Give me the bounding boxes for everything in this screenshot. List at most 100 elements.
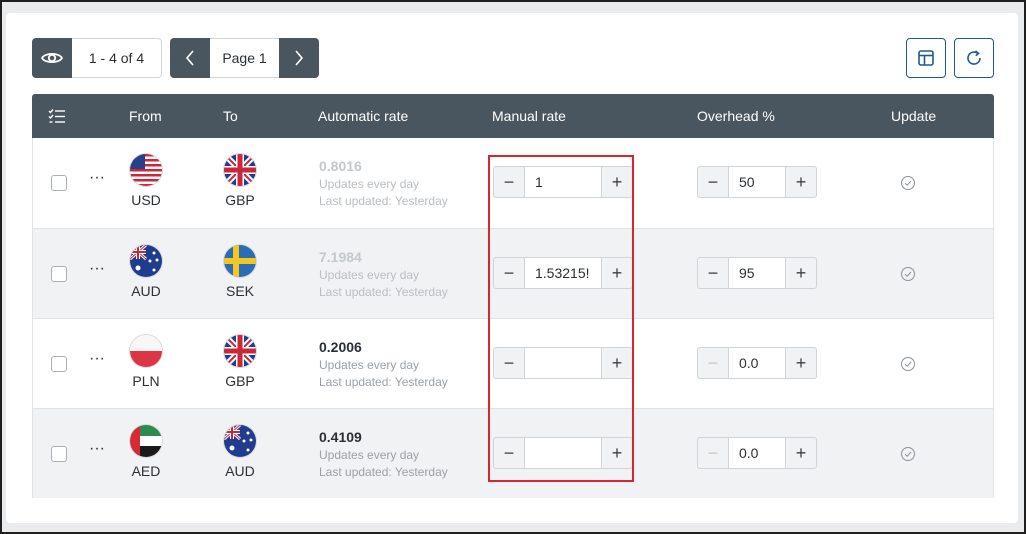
automatic-rate-cell: 0.4109 Updates every day Last updated: Y… xyxy=(319,429,448,481)
sweden-flag-icon xyxy=(224,245,256,277)
view-toggle-button[interactable] xyxy=(32,38,72,78)
update-frequency: Updates every day xyxy=(319,177,420,191)
table-row: ··· USD GBP 0.8016 Updates every day Las… xyxy=(33,138,993,228)
select-all-button[interactable] xyxy=(48,94,68,138)
page-indicator: Page 1 xyxy=(210,38,279,78)
to-currency: GBP xyxy=(220,335,260,389)
row-checkbox[interactable] xyxy=(51,266,67,282)
decrement-button[interactable]: − xyxy=(697,437,729,469)
automatic-rate-value: 0.2006 xyxy=(319,339,362,355)
update-frequency: Updates every day xyxy=(319,358,420,372)
decrement-button[interactable]: − xyxy=(697,166,729,198)
overhead-stepper: − + xyxy=(697,166,817,198)
from-currency: USD xyxy=(126,154,166,208)
from-currency: AUD xyxy=(126,245,166,299)
table-body: ··· USD GBP 0.8016 Updates every day Las… xyxy=(32,138,994,498)
increment-button[interactable]: + xyxy=(785,347,817,379)
manual-rate-stepper: − + xyxy=(493,347,633,379)
table-row: ··· PLN GBP 0.2006 Updates every day Las… xyxy=(33,318,993,408)
automatic-rate-value: 0.4109 xyxy=(319,429,362,445)
chevron-left-icon xyxy=(185,50,194,66)
decrement-button[interactable]: − xyxy=(493,166,525,198)
to-currency: SEK xyxy=(220,245,260,299)
manual-rate-input[interactable] xyxy=(525,437,601,469)
column-header-to[interactable]: To xyxy=(223,94,238,138)
row-actions-menu[interactable]: ··· xyxy=(87,441,107,461)
refresh-icon xyxy=(967,50,981,65)
uk-flag-icon xyxy=(224,154,256,186)
uae-flag-icon xyxy=(130,425,162,457)
automatic-rate-value: 0.8016 xyxy=(319,158,362,174)
table-row: ··· AUD SEK 7.1984 Updates every day Las… xyxy=(33,228,993,318)
refresh-button[interactable] xyxy=(954,38,994,78)
eye-icon xyxy=(41,52,63,64)
australia-flag-icon xyxy=(130,245,162,277)
row-actions-menu[interactable]: ··· xyxy=(87,351,107,371)
decrement-button[interactable]: − xyxy=(493,437,525,469)
decrement-button[interactable]: − xyxy=(697,347,729,379)
row-checkbox[interactable] xyxy=(51,175,67,191)
poland-flag-icon xyxy=(130,335,162,367)
automatic-rate-cell: 0.8016 Updates every day Last updated: Y… xyxy=(319,158,448,210)
overhead-stepper: − + xyxy=(697,347,817,379)
column-header-update[interactable]: Update xyxy=(891,94,936,138)
increment-button[interactable]: + xyxy=(601,347,633,379)
increment-button[interactable]: + xyxy=(601,257,633,289)
row-checkbox[interactable] xyxy=(51,446,67,462)
australia-flag-icon xyxy=(224,425,256,457)
automatic-rate-cell: 0.2006 Updates every day Last updated: Y… xyxy=(319,339,448,391)
table-header: From To Automatic rate Manual rate Overh… xyxy=(32,94,994,138)
overhead-input[interactable] xyxy=(729,166,785,198)
manual-rate-input[interactable] xyxy=(525,166,601,198)
decrement-button[interactable]: − xyxy=(697,257,729,289)
automatic-rate-cell: 7.1984 Updates every day Last updated: Y… xyxy=(319,249,448,301)
layout-button[interactable] xyxy=(906,38,946,78)
manual-rate-input[interactable] xyxy=(525,347,601,379)
row-actions-menu[interactable]: ··· xyxy=(87,261,107,281)
to-currency: GBP xyxy=(220,154,260,208)
overhead-stepper: − + xyxy=(697,257,817,289)
check-circle-icon[interactable] xyxy=(900,356,916,372)
row-checkbox[interactable] xyxy=(51,356,67,372)
layout-icon xyxy=(918,50,934,66)
decrement-button[interactable]: − xyxy=(493,257,525,289)
increment-button[interactable]: + xyxy=(601,437,633,469)
from-currency: AED xyxy=(126,425,166,479)
overhead-input[interactable] xyxy=(729,347,785,379)
last-updated: Last updated: Yesterday xyxy=(319,375,448,389)
last-updated: Last updated: Yesterday xyxy=(319,465,448,479)
currency-code: AUD xyxy=(225,463,255,479)
update-frequency: Updates every day xyxy=(319,268,420,282)
currency-code: PLN xyxy=(132,373,160,389)
previous-page-button[interactable] xyxy=(170,38,210,78)
next-page-button[interactable] xyxy=(279,38,319,78)
overhead-input[interactable] xyxy=(729,437,785,469)
manual-rate-input[interactable] xyxy=(525,257,601,289)
check-circle-icon[interactable] xyxy=(900,446,916,462)
currency-code: AED xyxy=(131,463,161,479)
increment-button[interactable]: + xyxy=(785,166,817,198)
row-actions-menu[interactable]: ··· xyxy=(87,170,107,190)
increment-button[interactable]: + xyxy=(785,257,817,289)
currency-code: SEK xyxy=(225,283,254,299)
decrement-button[interactable]: − xyxy=(493,347,525,379)
to-currency: AUD xyxy=(220,425,260,479)
manual-rate-stepper: − + xyxy=(493,166,633,198)
chevron-right-icon xyxy=(295,50,304,66)
currency-code: GBP xyxy=(225,373,255,389)
check-circle-icon[interactable] xyxy=(900,266,916,282)
overhead-input[interactable] xyxy=(729,257,785,289)
increment-button[interactable]: + xyxy=(601,166,633,198)
record-count: 1 - 4 of 4 xyxy=(72,38,162,78)
column-header-overhead[interactable]: Overhead % xyxy=(697,94,775,138)
increment-button[interactable]: + xyxy=(785,437,817,469)
checklist-icon xyxy=(48,109,65,123)
last-updated: Last updated: Yesterday xyxy=(319,194,448,208)
check-circle-icon[interactable] xyxy=(900,175,916,191)
column-header-from[interactable]: From xyxy=(129,94,162,138)
currency-code: USD xyxy=(131,192,161,208)
automatic-rate-value: 7.1984 xyxy=(319,249,362,265)
manual-rate-stepper: − + xyxy=(493,437,633,469)
column-header-manual-rate[interactable]: Manual rate xyxy=(492,94,566,138)
column-header-automatic-rate[interactable]: Automatic rate xyxy=(318,94,408,138)
